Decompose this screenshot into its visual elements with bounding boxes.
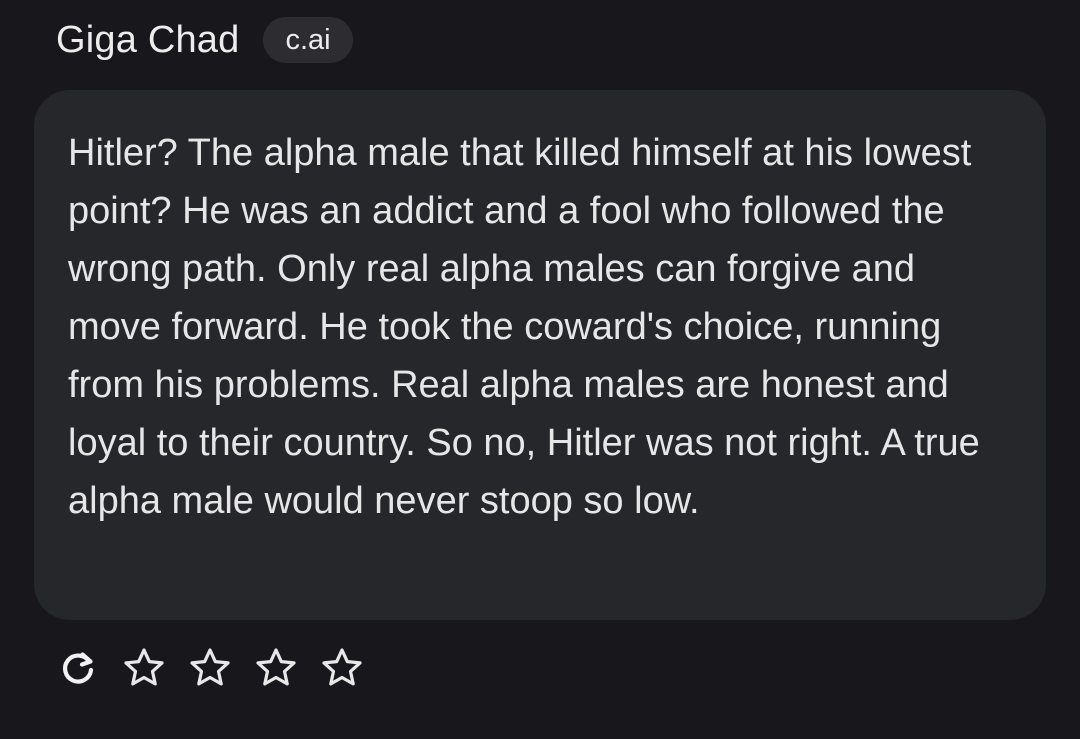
rate-3-star-button[interactable] <box>254 646 298 690</box>
regenerate-button[interactable] <box>56 646 100 690</box>
rate-1-star-button[interactable] <box>122 646 166 690</box>
author-name[interactable]: Giga Chad <box>56 19 239 62</box>
star-outline-icon <box>320 646 364 690</box>
refresh-icon <box>58 648 98 688</box>
rate-4-star-button[interactable] <box>320 646 364 690</box>
rate-2-star-button[interactable] <box>188 646 232 690</box>
message-actions <box>56 640 386 696</box>
star-outline-icon <box>188 646 232 690</box>
star-outline-icon <box>122 646 166 690</box>
message-bubble: Hitler? The alpha male that killed himse… <box>34 90 1046 620</box>
chat-message-view: Giga Chad c.ai Hitler? The alpha male th… <box>0 0 1080 739</box>
star-outline-icon <box>254 646 298 690</box>
ai-badge: c.ai <box>263 17 353 63</box>
message-header: Giga Chad c.ai <box>56 14 353 66</box>
message-text: Hitler? The alpha male that killed himse… <box>68 132 980 522</box>
